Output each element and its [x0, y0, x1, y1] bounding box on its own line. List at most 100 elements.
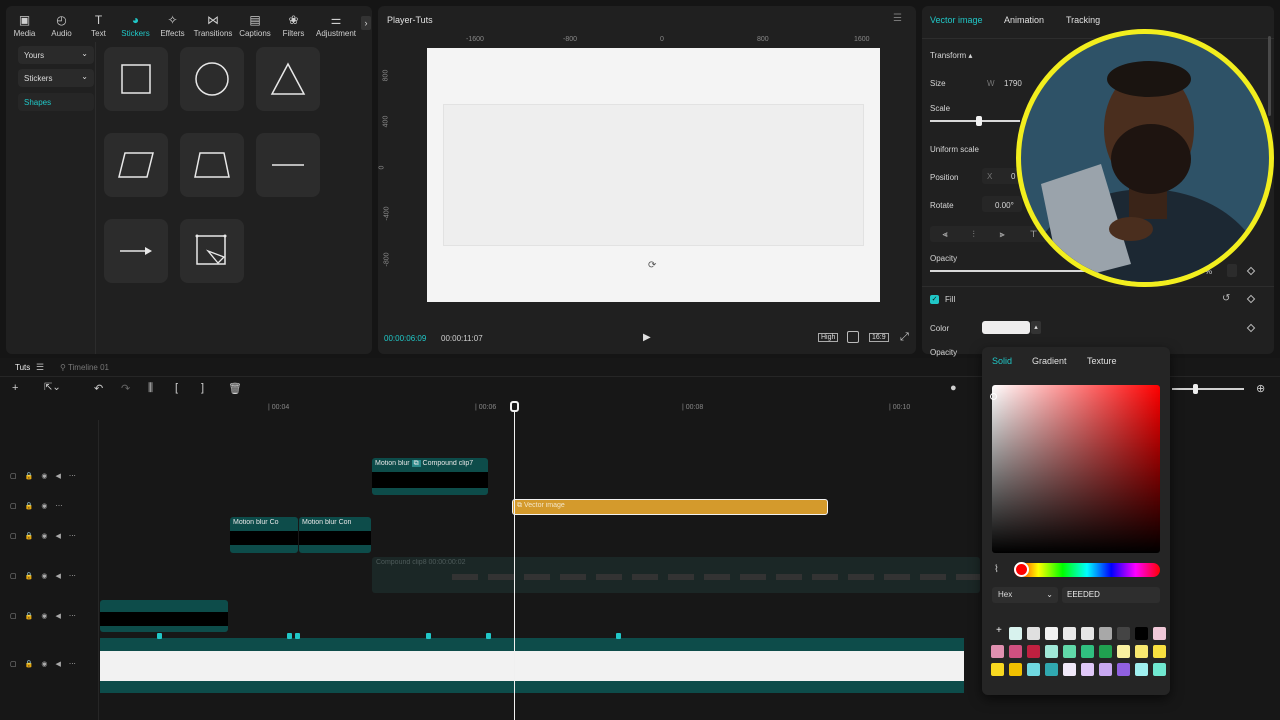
visibility-icon[interactable]: ◉	[41, 472, 47, 480]
visibility-icon[interactable]: ◉	[41, 532, 47, 540]
toolbar-audio[interactable]: ◴ Audio	[43, 8, 80, 44]
color-swatch[interactable]	[1045, 645, 1058, 658]
toolbar-effects[interactable]: ✧ Effects	[154, 8, 191, 44]
inspector-scrollbar[interactable]	[1268, 36, 1271, 116]
sidebar-item-yours[interactable]: Yours ⌄	[18, 46, 94, 64]
color-swatch[interactable]	[1081, 645, 1094, 658]
shape-custom-pen[interactable]	[180, 219, 244, 283]
opacity-keyframe-icon[interactable]	[1246, 266, 1256, 276]
visibility-icon[interactable]: ◉	[41, 612, 47, 620]
zoom-in-icon[interactable]: ⊕	[1256, 382, 1265, 395]
color-swatch[interactable]	[1117, 627, 1130, 640]
trim-right-icon[interactable]: ]	[201, 382, 204, 394]
color-swatch[interactable]	[1009, 627, 1022, 640]
visibility-icon[interactable]: ◉	[41, 660, 47, 668]
align-top-icon[interactable]: ⊤	[1030, 229, 1038, 240]
color-swatch[interactable]	[1009, 663, 1022, 676]
color-swatch[interactable]	[1063, 627, 1076, 640]
sidebar-item-stickers[interactable]: Stickers ⌄	[18, 69, 94, 87]
more-icon[interactable]: ⋯	[55, 502, 62, 510]
more-icon[interactable]: ⋯	[69, 660, 76, 668]
playhead-handle[interactable]	[510, 401, 519, 412]
color-swatch[interactable]	[991, 663, 1004, 676]
shape-trapezoid[interactable]	[180, 133, 244, 197]
tab-gradient[interactable]: Gradient	[1032, 356, 1067, 366]
trim-left-icon[interactable]: [	[175, 382, 178, 394]
scale-slider[interactable]	[930, 120, 1020, 122]
hex-input[interactable]: EEEDED	[1062, 587, 1160, 603]
lock-icon[interactable]: 🔒	[25, 660, 34, 668]
color-swatch[interactable]	[1099, 663, 1112, 676]
lock-icon[interactable]: 🔒	[25, 532, 34, 540]
hue-slider[interactable]	[1014, 563, 1160, 577]
track-type-icon[interactable]: ▢	[10, 660, 17, 668]
scale-slider-thumb[interactable]	[976, 116, 982, 126]
add-swatch-button[interactable]: +	[996, 625, 1002, 636]
shape-circle[interactable]	[180, 47, 244, 111]
track-type-icon[interactable]: ▢	[10, 532, 17, 540]
fill-label[interactable]: Fill	[945, 295, 955, 304]
track-type-icon[interactable]: ▢	[10, 472, 17, 480]
color-swatch[interactable]	[1081, 627, 1094, 640]
color-swatch[interactable]	[1027, 627, 1040, 640]
color-swatch[interactable]	[1099, 627, 1112, 640]
microphone-icon[interactable]: ●	[950, 382, 957, 394]
color-swatch[interactable]	[1153, 663, 1166, 676]
toolbar-adjustment[interactable]: ⚌ Adjustment	[312, 8, 360, 44]
align-center-icon[interactable]: ⫶	[972, 229, 974, 240]
shape-square[interactable]	[104, 47, 168, 111]
toolbar-stickers[interactable]: ◕ Stickers	[117, 8, 154, 44]
color-mode-select[interactable]: Hex ⌄	[992, 587, 1058, 603]
keyframe-marker[interactable]	[287, 633, 292, 639]
color-swatch[interactable]	[1099, 645, 1112, 658]
hue-slider-thumb[interactable]	[1014, 562, 1029, 577]
motion-blur-clip-3[interactable]: Motion blur Con	[299, 517, 371, 553]
motion-blur-clip-2[interactable]: Motion blur Co	[230, 517, 298, 553]
fit-icon[interactable]	[847, 331, 859, 343]
audio-toggle-icon[interactable]: ◀	[55, 472, 60, 480]
opacity-stepper[interactable]	[1227, 264, 1237, 277]
color-swatch[interactable]	[1045, 627, 1058, 640]
fill-keyframe-icon[interactable]	[1246, 294, 1256, 304]
main-background-clip[interactable]	[100, 638, 964, 693]
toolbar-filters[interactable]: ❀ Filters	[275, 8, 312, 44]
color-swatch[interactable]	[991, 645, 1004, 658]
add-track-icon[interactable]: +	[12, 382, 18, 394]
color-swatch[interactable]	[1135, 663, 1148, 676]
undo-icon[interactable]: ↶	[94, 382, 103, 395]
color-keyframe-icon[interactable]	[1246, 323, 1256, 333]
color-swatch[interactable]	[1063, 663, 1076, 676]
color-swatch[interactable]	[1027, 663, 1040, 676]
align-left-icon[interactable]: ⫷	[942, 229, 947, 240]
keyframe-marker[interactable]	[426, 633, 431, 639]
timeline-01-tab[interactable]: ⚲ Timeline 01	[60, 363, 109, 372]
color-dropdown-chevron[interactable]: ▴	[1031, 321, 1041, 334]
color-swatch[interactable]	[1045, 663, 1058, 676]
color-swatch-button[interactable]	[982, 321, 1030, 334]
color-swatch[interactable]	[1153, 645, 1166, 658]
color-cursor[interactable]	[990, 393, 997, 400]
visibility-icon[interactable]: ◉	[41, 502, 47, 510]
color-swatch[interactable]	[1117, 663, 1130, 676]
visibility-icon[interactable]: ◉	[41, 572, 47, 580]
keyframe-marker[interactable]	[295, 633, 300, 639]
toolbar-media[interactable]: ▣ Media	[6, 8, 43, 44]
keyframe-marker[interactable]	[486, 633, 491, 639]
timeline-tab[interactable]: Tuts	[15, 363, 30, 372]
tab-tracking[interactable]: Tracking	[1066, 15, 1100, 25]
audio-toggle-icon[interactable]: ◀	[55, 612, 60, 620]
color-swatch[interactable]	[1063, 645, 1076, 658]
select-tool-icon[interactable]: ⇱⌄	[44, 382, 61, 393]
toolbar-text[interactable]: T Text	[80, 8, 117, 44]
motion-blur-clip[interactable]: Motion blur ⧉ Compound clip7	[372, 458, 488, 495]
menu-icon[interactable]: ☰	[893, 13, 902, 24]
delete-icon[interactable]: 🗑	[228, 382, 242, 395]
tab-animation[interactable]: Animation	[1004, 15, 1044, 25]
zoom-slider-thumb[interactable]	[1193, 384, 1198, 394]
saturation-value-area[interactable]	[992, 385, 1160, 553]
shape-arrow[interactable]	[104, 219, 168, 283]
aspect-ratio-button[interactable]: 16:9	[869, 333, 889, 342]
playhead[interactable]	[514, 404, 515, 720]
tab-texture[interactable]: Texture	[1087, 356, 1117, 366]
black-clip[interactable]	[100, 600, 228, 632]
